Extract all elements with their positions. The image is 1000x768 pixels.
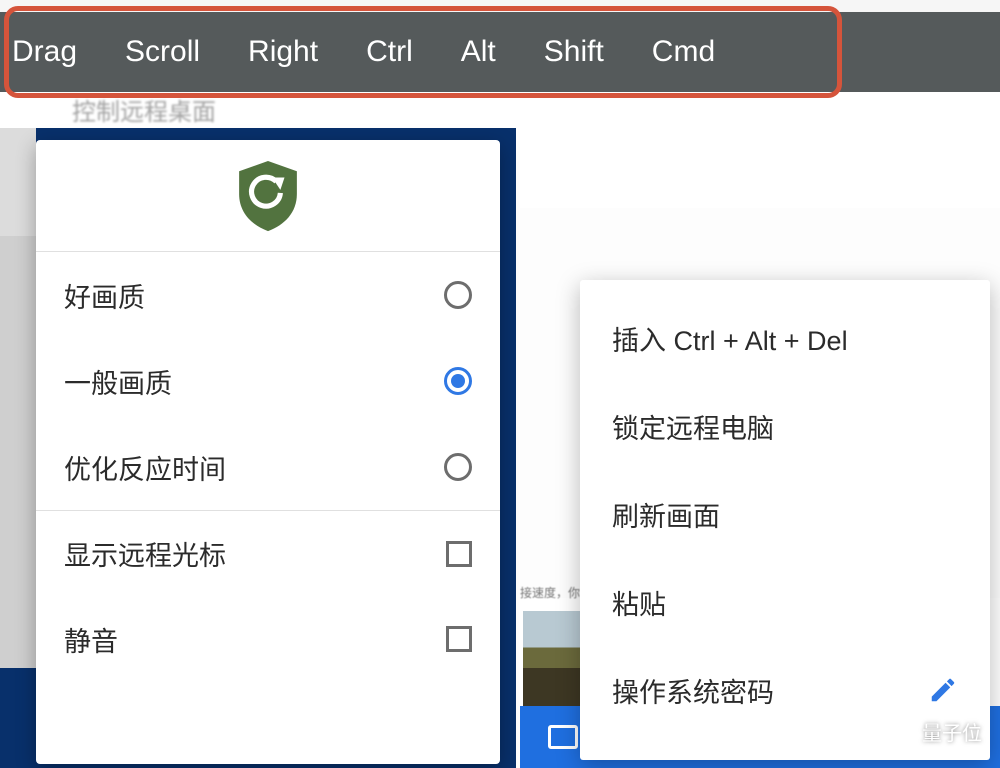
option-label: 优化反应时间 xyxy=(64,448,226,487)
left-screenshot: 好画质 一般画质 优化反应时间 显示远程光标 静音 xyxy=(0,128,516,768)
option-label: 好画质 xyxy=(64,276,145,315)
right-screenshot: 接速度，你 插入 Ctrl + Alt + Del 锁定远程电脑 刷新画面 粘贴… xyxy=(520,128,1000,768)
ctx-refresh[interactable]: 刷新画面 xyxy=(580,470,990,558)
remote-desktop-sliver xyxy=(0,128,36,668)
radio-icon xyxy=(444,453,472,481)
wechat-icon xyxy=(882,718,914,746)
checkbox-icon xyxy=(446,626,472,652)
toggle-mute[interactable]: 静音 xyxy=(36,596,500,682)
radio-icon xyxy=(444,281,472,309)
ctx-label: 操作系统密码 xyxy=(612,671,774,710)
toggle-show-remote-cursor[interactable]: 显示远程光标 xyxy=(36,510,500,596)
option-label: 一般画质 xyxy=(64,362,172,401)
ctx-lock-remote[interactable]: 锁定远程电脑 xyxy=(580,382,990,470)
shield-refresh-icon xyxy=(235,158,301,234)
pencil-icon xyxy=(928,675,958,705)
bg-fragment-text: 接速度，你 xyxy=(520,584,580,601)
checkbox-icon xyxy=(446,541,472,567)
remote-context-menu: 插入 Ctrl + Alt + Del 锁定远程电脑 刷新画面 粘贴 操作系统密… xyxy=(580,280,990,760)
source-watermark: 量子位 xyxy=(882,717,982,746)
toolbar-highlight-box xyxy=(4,6,842,98)
screen-icon[interactable] xyxy=(548,725,578,749)
quality-option-latency[interactable]: 优化反应时间 xyxy=(36,424,500,510)
option-label: 静音 xyxy=(64,620,118,659)
quality-settings-panel: 好画质 一般画质 优化反应时间 显示远程光标 静音 xyxy=(36,140,500,764)
ctx-label: 粘贴 xyxy=(612,583,666,622)
radio-icon xyxy=(444,367,472,395)
watermark-text: 量子位 xyxy=(922,717,982,746)
ctx-paste[interactable]: 粘贴 xyxy=(580,558,990,646)
ctx-label: 插入 Ctrl + Alt + Del xyxy=(612,319,848,358)
option-label: 显示远程光标 xyxy=(64,534,226,573)
ctx-label: 锁定远程电脑 xyxy=(612,407,774,446)
panel-header xyxy=(36,140,500,252)
ctx-label: 刷新画面 xyxy=(612,495,720,534)
ctx-insert-cad[interactable]: 插入 Ctrl + Alt + Del xyxy=(580,294,990,382)
quality-option-normal[interactable]: 一般画质 xyxy=(36,338,500,424)
quality-option-best[interactable]: 好画质 xyxy=(36,252,500,338)
